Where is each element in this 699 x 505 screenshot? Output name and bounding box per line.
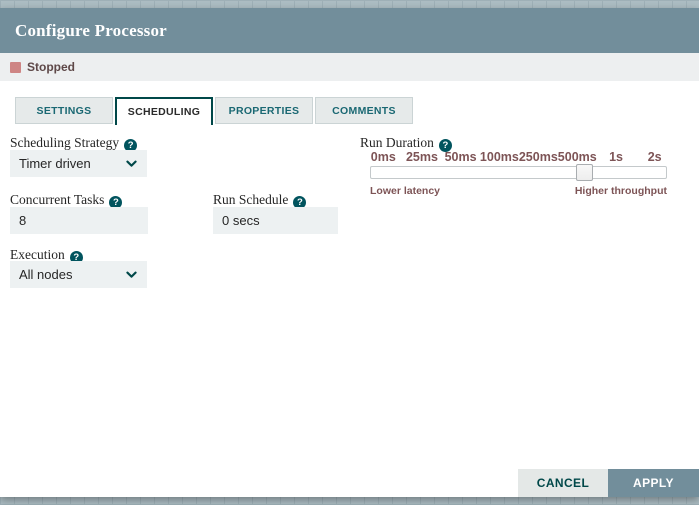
tick-label: 2s	[647, 150, 662, 164]
tab-settings[interactable]: SETTINGS	[15, 97, 113, 124]
tick-label: 100ms	[479, 150, 519, 164]
stopped-icon	[10, 61, 21, 73]
tab-properties-label: PROPERTIES	[228, 104, 300, 117]
status-label: Stopped	[27, 60, 75, 74]
run-duration-ticks: 0ms 25ms 50ms 100ms 250ms 500ms 1s 2s	[364, 150, 674, 164]
run-duration-hints: Lower latency Higher throughput	[370, 185, 667, 197]
tab-comments-label: COMMENTS	[332, 104, 396, 117]
chevron-down-icon	[126, 271, 137, 278]
tab-bar: SETTINGS SCHEDULING PROPERTIES COMMENTS	[15, 97, 699, 125]
tab-scheduling-label: SCHEDULING	[127, 106, 201, 118]
configure-processor-dialog: Configure Processor Stopped SETTINGS SCH…	[0, 8, 699, 497]
status-bar: Stopped	[0, 53, 699, 81]
tick-label: 0ms	[370, 150, 396, 164]
run-duration-slider-track[interactable]	[370, 164, 667, 181]
tab-scheduling[interactable]: SCHEDULING	[115, 97, 213, 125]
dialog-header: Configure Processor	[0, 8, 699, 53]
tick-label: 50ms	[444, 150, 477, 164]
tick-label: 500ms	[557, 150, 597, 164]
lower-latency-hint: Lower latency	[370, 185, 441, 197]
tab-properties[interactable]: PROPERTIES	[215, 97, 313, 124]
apply-button[interactable]: APPLY	[608, 469, 699, 497]
tick-label: 25ms	[405, 150, 438, 164]
execution-dropdown[interactable]: All nodes	[10, 261, 147, 288]
concurrent-tasks-input[interactable]	[10, 207, 148, 234]
tab-settings-label: SETTINGS	[36, 104, 92, 117]
higher-throughput-hint: Higher throughput	[574, 185, 667, 197]
run-duration-slider-handle[interactable]	[576, 164, 593, 181]
tick-label: 1s	[609, 150, 623, 164]
tab-comments[interactable]: COMMENTS	[315, 97, 413, 124]
scheduling-strategy-dropdown[interactable]: Timer driven	[10, 150, 147, 177]
cancel-button[interactable]: CANCEL	[518, 469, 608, 497]
chevron-down-icon	[126, 160, 137, 167]
run-schedule-input[interactable]	[213, 207, 338, 234]
tick-label: 250ms	[518, 150, 558, 164]
scheduling-strategy-value: Timer driven	[19, 156, 91, 171]
dialog-title: Configure Processor	[15, 20, 167, 40]
execution-value: All nodes	[19, 267, 73, 282]
